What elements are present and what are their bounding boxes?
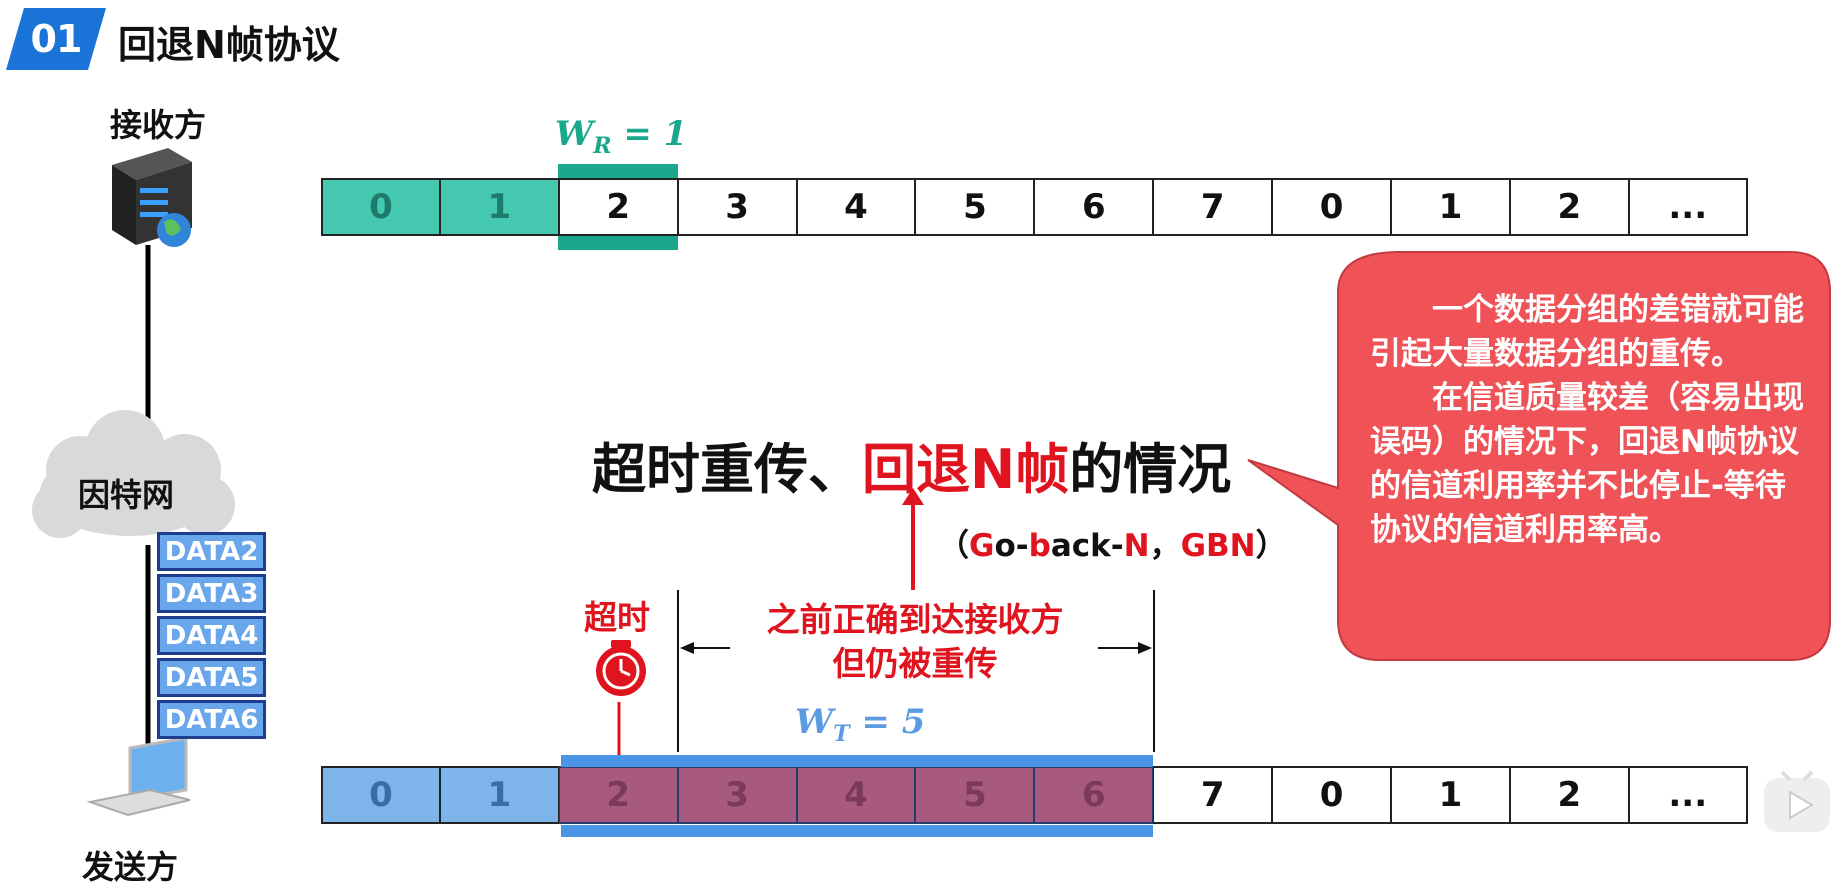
data-packet: DATA4 (157, 616, 266, 655)
data-packet: DATA6 (157, 700, 266, 739)
frame-cell: ... (1628, 178, 1748, 236)
receiver-frame-strip: 0 1 2 3 4 5 6 7 0 1 2... (321, 178, 1748, 236)
frame-cell: 2 (1509, 178, 1629, 236)
frame-cell: 1 (1391, 178, 1510, 236)
frame-cell: 5 (915, 766, 1035, 824)
sender-frame-strip: 0 1 2 3 4 5 6 7 0 1 2... (321, 766, 1748, 824)
frame-cell: 6 (1034, 766, 1154, 824)
frame-cell: 7 (1153, 766, 1273, 824)
frame-cell: 4 (796, 766, 916, 824)
frame-cell: 6 (1034, 178, 1154, 236)
frame-cell: 0 (1272, 766, 1392, 824)
data-packet: DATA5 (157, 658, 266, 697)
frame-cell: 0 (321, 178, 440, 236)
frame-cell: ... (1628, 766, 1748, 824)
retransmit-note: 之前正确到达接收方 但仍被重传 (766, 600, 1064, 683)
server-icon (112, 148, 192, 247)
frame-cell: 2 (1509, 766, 1629, 824)
laptop-icon (86, 736, 191, 817)
send-window-top-bar (561, 755, 1153, 767)
internet-label: 因特网 (78, 476, 175, 514)
frame-cell: 0 (321, 766, 440, 824)
frame-cell: 2 (558, 178, 678, 236)
main-heading: 超时重传、回退N帧的情况 (592, 438, 1232, 501)
frame-cell: 3 (677, 178, 797, 236)
send-window-bottom-bar (561, 825, 1153, 837)
frame-cell: 1 (1391, 766, 1510, 824)
data-packet: DATA2 (157, 532, 266, 571)
send-window-label: WT = 5 (795, 702, 926, 747)
frame-cell: 4 (796, 178, 916, 236)
timeout-label: 超时 (584, 598, 650, 637)
gbn-subtitle: （Go-back-N，GBN） (938, 528, 1287, 564)
callout-text: 一个数据分组的差错就可能引起大量数据分组的重传。 在信道质量较差（容易出现误码）… (1370, 292, 1804, 548)
frame-cell: 5 (915, 178, 1035, 236)
stopwatch-icon (596, 640, 646, 696)
frame-cell: 0 (1272, 178, 1392, 236)
play-button-icon[interactable] (1762, 770, 1834, 836)
frame-cell: 2 (558, 766, 678, 824)
data-packet: DATA3 (157, 574, 266, 613)
receive-window-label: WR = 1 (555, 114, 688, 159)
sender-label: 发送方 (82, 848, 179, 886)
frame-cell: 1 (439, 766, 559, 824)
frame-cell: 7 (1153, 178, 1273, 236)
receiver-label: 接收方 (110, 106, 207, 144)
frame-cell: 1 (439, 178, 559, 236)
frame-cell: 3 (677, 766, 797, 824)
